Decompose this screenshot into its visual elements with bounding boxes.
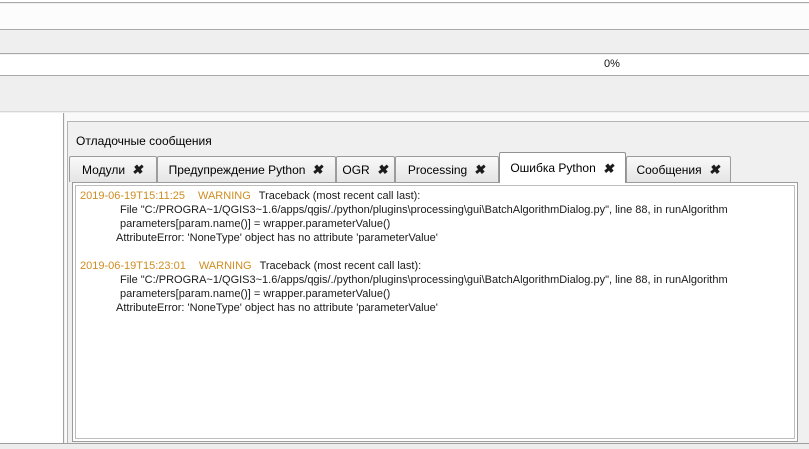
- tab-close-icon[interactable]: ✖: [376, 162, 390, 177]
- log-traceback-line: parameters[param.name()] = wrapper.param…: [120, 288, 391, 300]
- tab-python-warning[interactable]: Предупреждение Python ✖: [157, 156, 336, 182]
- log-message: Traceback (most recent call last):: [258, 190, 421, 202]
- progress-bar: 0%: [0, 55, 809, 76]
- log-message: Traceback (most recent call last):: [259, 260, 422, 272]
- qgis-batch-dialog: 0% Отладочные сообщения Модули ✖ Предупр…: [0, 0, 809, 449]
- log-traceback-line: File "C:/PROGRA~1/QGIS3~1.6/apps/qgis/./…: [120, 204, 728, 216]
- tab-label: OGR: [342, 162, 370, 177]
- log-traceback-line: AttributeError: 'NoneType' object has no…: [116, 302, 438, 314]
- log-timestamp: 2019-06-19T15:11:25: [80, 190, 185, 202]
- log-panel-area: Отладочные сообщения Модули ✖ Предупрежд…: [65, 113, 809, 443]
- progress-label: 0%: [604, 58, 620, 70]
- tab-label: Ошибка Python: [510, 161, 596, 175]
- tab-close-icon[interactable]: ✖: [708, 162, 722, 177]
- window-top-edge: [0, 0, 809, 3]
- log-level: WARNING: [198, 190, 251, 202]
- log-entry: 2019-06-19T15:11:25 WARNING Traceback (mos…: [80, 189, 790, 245]
- log-traceback-line: AttributeError: 'NoneType' object has no…: [116, 232, 438, 244]
- log-timestamp: 2019-06-19T15:23:01: [80, 260, 186, 272]
- tab-ogr[interactable]: OGR ✖: [336, 156, 395, 182]
- tab-moduli[interactable]: Модули ✖: [69, 156, 157, 182]
- tab-processing[interactable]: Processing ✖: [395, 156, 499, 182]
- log-level: WARNING: [198, 260, 252, 272]
- log-entry-header: 2019-06-19T15:11:25 WARNING Traceback (mos…: [80, 189, 790, 203]
- tab-close-icon[interactable]: ✖: [312, 162, 326, 177]
- tab-messages[interactable]: Сообщения ✖: [626, 156, 731, 182]
- tab-close-icon[interactable]: ✖: [474, 162, 488, 177]
- log-view[interactable]: 2019-06-19T15:11:25 WARNING Traceback (mos…: [75, 185, 795, 439]
- log-entry-header: 2019-06-19T15:23:01 WARNING Traceback (mos…: [80, 259, 790, 273]
- log-traceback-line: File "C:/PROGRA~1/QGIS3~1.6/apps/qgis/./…: [120, 274, 728, 286]
- buttonbox-row: [0, 77, 809, 112]
- tab-python-error[interactable]: Ошибка Python ✖: [499, 152, 626, 183]
- log-traceback-line: parameters[param.name()] = wrapper.param…: [120, 218, 391, 230]
- tab-close-icon[interactable]: ✖: [131, 162, 145, 177]
- left-panel: [0, 113, 64, 443]
- tab-close-icon[interactable]: ✖: [602, 161, 616, 176]
- tab-label: Сообщения: [636, 162, 702, 177]
- tab-bar: Модули ✖ Предупреждение Python ✖ OGR ✖ P…: [69, 152, 731, 183]
- log-entry: 2019-06-19T15:23:01 WARNING Traceback (mos…: [80, 259, 790, 315]
- tab-label: Модули: [82, 162, 126, 177]
- tab-label: Предупреждение Python: [168, 162, 306, 177]
- toolbar-row: [0, 31, 809, 54]
- log-frame: Отладочные сообщения Модули ✖ Предупрежд…: [67, 121, 809, 443]
- panel-title: Отладочные сообщения: [76, 134, 212, 148]
- bottom-edge: [0, 443, 809, 449]
- empty-table-row: [0, 4, 809, 30]
- tab-pane: 2019-06-19T15:11:25 WARNING Traceback (mos…: [72, 182, 798, 442]
- dialog-body: Отладочные сообщения Модули ✖ Предупрежд…: [0, 113, 809, 443]
- tab-label: Processing: [407, 162, 468, 177]
